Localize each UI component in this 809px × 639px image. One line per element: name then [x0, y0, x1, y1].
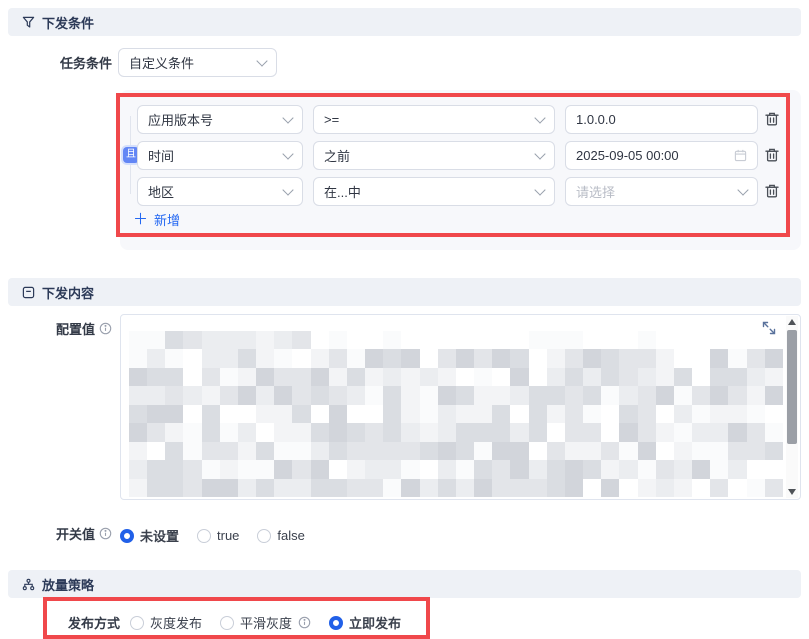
condition-field-select[interactable]: 时间 — [137, 141, 303, 170]
release-method-radio-group: 灰度发布 平滑灰度 立即发布 — [130, 608, 401, 637]
chevron-down-icon — [282, 148, 293, 159]
condition-field-select[interactable]: 应用版本号 — [137, 105, 303, 134]
section-header-content: 下发内容 — [8, 278, 801, 306]
section-title: 下发内容 — [42, 283, 94, 302]
expand-icon[interactable] — [762, 321, 776, 335]
condition-field-select[interactable]: 地区 — [137, 177, 303, 206]
release-method-label: 发布方式 — [0, 608, 120, 637]
info-icon — [99, 322, 112, 335]
condition-value-select[interactable]: 请选择 — [565, 177, 758, 206]
radio-icon[interactable] — [257, 529, 271, 543]
radio-icon[interactable] — [130, 616, 144, 630]
chevron-down-icon — [282, 112, 293, 123]
chevron-down-icon — [256, 55, 267, 66]
funnel-icon — [22, 16, 35, 29]
task-condition-label: 任务条件 — [0, 48, 112, 77]
task-condition-select[interactable]: 自定义条件 — [118, 48, 277, 77]
radio-option-gray-release[interactable]: 灰度发布 — [130, 613, 202, 632]
chevron-down-icon — [534, 184, 545, 195]
delete-row-icon[interactable] — [764, 111, 780, 127]
info-icon — [298, 616, 311, 629]
radio-icon[interactable] — [329, 616, 343, 630]
plus-icon: ＋ — [133, 212, 148, 227]
radio-option-false[interactable]: false — [257, 528, 304, 543]
redacted-config-content — [129, 331, 783, 497]
release-config-form: 下发条件 任务条件 自定义条件 且 应用版本号 >= 1.0.0.0 时间 之前… — [0, 0, 809, 639]
section-header-rollout: 放量策略 — [8, 570, 801, 598]
section-title: 下发条件 — [42, 13, 94, 32]
delete-row-icon[interactable] — [764, 147, 780, 163]
radio-option-smooth-gray[interactable]: 平滑灰度 — [220, 613, 311, 632]
chevron-down-icon — [534, 112, 545, 123]
radio-icon[interactable] — [120, 529, 134, 543]
radio-icon[interactable] — [220, 616, 234, 630]
condition-value-input[interactable]: 1.0.0.0 — [565, 105, 758, 134]
condition-operator-select[interactable]: 之前 — [313, 141, 555, 170]
condition-operator-select[interactable]: 在...中 — [313, 177, 555, 206]
chevron-down-icon — [534, 148, 545, 159]
radio-option-true[interactable]: true — [197, 528, 239, 543]
condition-date-input[interactable]: 2025-09-05 00:00 — [565, 141, 758, 170]
select-placeholder: 请选择 — [576, 182, 615, 201]
radio-option-immediate-release[interactable]: 立即发布 — [329, 613, 401, 632]
task-condition-value: 自定义条件 — [129, 53, 194, 72]
delete-row-icon[interactable] — [764, 183, 780, 199]
scrollbar[interactable] — [786, 316, 798, 498]
section-header-conditions: 下发条件 — [8, 8, 801, 36]
scroll-down-arrow-icon[interactable] — [788, 489, 796, 495]
calendar-icon — [734, 149, 747, 162]
switch-value-radio-group: 未设置 true false — [120, 526, 305, 545]
scrollbar-thumb[interactable] — [787, 330, 797, 444]
document-icon — [22, 286, 35, 299]
switch-value-label: 开关值 — [0, 519, 112, 548]
radio-option-notset[interactable]: 未设置 — [120, 526, 179, 545]
condition-operator-select[interactable]: >= — [313, 105, 555, 134]
config-value-textarea[interactable] — [120, 314, 801, 500]
scroll-up-arrow-icon[interactable] — [788, 319, 796, 325]
radio-icon[interactable] — [197, 529, 211, 543]
hierarchy-icon — [22, 578, 35, 591]
chevron-down-icon — [282, 184, 293, 195]
info-icon — [99, 527, 112, 540]
config-value-label: 配置值 — [0, 314, 112, 343]
chevron-down-icon — [737, 184, 748, 195]
add-condition-button[interactable]: ＋ 新增 — [133, 210, 180, 229]
section-title: 放量策略 — [42, 575, 94, 594]
